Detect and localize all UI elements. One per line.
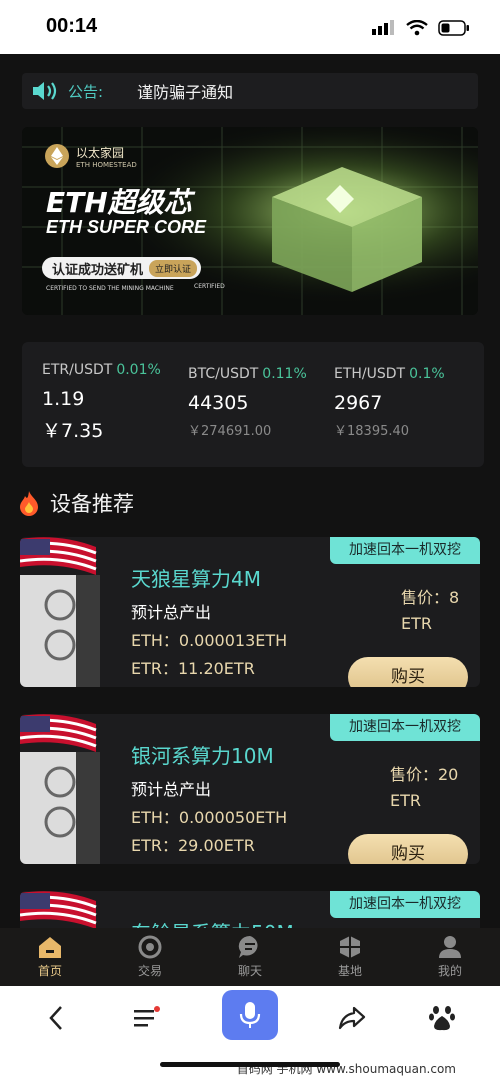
- ticker-change: 0.01%: [116, 362, 161, 378]
- product-card[interactable]: 加速回本一机双挖 东鲶星系算力50M: [20, 891, 480, 928]
- profile-icon: [439, 936, 461, 958]
- browser-toolbar: 首码网 手机网 www.shoumaquan.com: [0, 986, 500, 1082]
- home-indicator: [160, 1062, 340, 1067]
- bottom-tab-bar: 首页 交易 聊天 基地 我的: [0, 928, 500, 986]
- trade-icon: [138, 935, 162, 959]
- product-total-label: 预计总产出: [131, 603, 212, 622]
- chevron-left-icon: [49, 1006, 62, 1030]
- ticker-price: 44305: [188, 392, 249, 414]
- notice-text[interactable]: 谨防骗子通知: [137, 79, 233, 103]
- tab-profile[interactable]: 我的: [400, 928, 500, 986]
- product-price-label: 售价：8: [401, 588, 460, 607]
- tab-label: 首页: [37, 964, 62, 978]
- chat-icon: [238, 935, 258, 958]
- status-bar: 00:14: [0, 0, 500, 54]
- banner-promo-pill: 认证成功送矿机 立即认证: [42, 257, 202, 279]
- ticker-cny: ￥18395.40: [334, 424, 410, 439]
- ticker-change: 0.1%: [409, 366, 445, 382]
- section-title-text: 设备推荐: [50, 492, 134, 516]
- product-etr-output: ETR：11.20ETR: [131, 659, 255, 678]
- battery-icon: [438, 20, 469, 36]
- signal-icon: [372, 20, 394, 35]
- miner-thumbnail: [20, 537, 116, 687]
- miner-thumbnail: [20, 714, 116, 864]
- product-card[interactable]: 加速回本一机双挖 银河系算力10M 预计总产出 ETH：0.000050ETH …: [20, 714, 480, 864]
- product-price: 售价：8 ETR: [401, 585, 459, 637]
- banner-cta[interactable]: 立即认证: [149, 259, 198, 277]
- home-icon: [39, 937, 61, 958]
- ticker-cny: ￥274691.00: [188, 424, 272, 439]
- tab-trade[interactable]: 交易: [100, 928, 200, 986]
- tab-label: 交易: [137, 964, 162, 978]
- eth-logo-icon: [45, 144, 69, 168]
- product-name: 银河系算力10M: [131, 744, 274, 768]
- status-icons: [372, 18, 470, 38]
- banner-logo-cn: 以太家园: [76, 145, 125, 160]
- fire-icon: [20, 491, 38, 516]
- status-time: 00:14: [46, 15, 98, 37]
- menu-button[interactable]: [128, 1000, 164, 1036]
- tab-label: 聊天: [237, 964, 262, 978]
- product-eth-output: ETH：0.000050ETH: [131, 808, 288, 827]
- product-etr-output: ETR：29.00ETR: [131, 836, 255, 855]
- section-title: 设备推荐: [18, 488, 134, 518]
- product-price-unit: ETR: [390, 791, 421, 810]
- app-content: 公告: 谨防骗子通知 以太家园 ETH HOMESTEAD ETH超级芯 ETH…: [0, 54, 500, 928]
- miner-thumbnail: [20, 891, 116, 928]
- ticker-pair: BTC/USDT: [188, 366, 259, 382]
- notice-label: 公告:: [68, 82, 104, 101]
- banner-logo: 以太家园 ETH HOMESTEAD: [44, 143, 137, 169]
- back-button[interactable]: [38, 1000, 74, 1036]
- banner-promo: 认证成功送矿机: [52, 262, 144, 278]
- voice-button[interactable]: [222, 990, 278, 1040]
- buy-button[interactable]: 购买: [348, 657, 468, 687]
- ticker-btc[interactable]: BTC/USDT 0.11% 44305 ￥274691.00: [188, 366, 307, 439]
- base-icon: [340, 936, 360, 958]
- product-tag: 加速回本一机双挖: [330, 537, 480, 564]
- product-name: 东鲶星系算力50M: [131, 917, 294, 928]
- tab-base[interactable]: 基地: [300, 928, 400, 986]
- tab-label: 基地: [337, 964, 362, 978]
- banner-subheadline: ETH SUPER CORE: [46, 217, 207, 237]
- banner-stamp: CERTIFIED: [194, 283, 225, 290]
- product-tag: 加速回本一机双挖: [330, 714, 480, 741]
- ticker-eth[interactable]: ETH/USDT 0.1% 2967 ￥18395.40: [334, 366, 445, 439]
- speaker-icon: [33, 82, 57, 100]
- ticker-change: 0.11%: [262, 366, 307, 382]
- buy-button[interactable]: 购买: [348, 834, 468, 864]
- share-button[interactable]: [334, 1000, 370, 1036]
- product-card[interactable]: 加速回本一机双挖 天狼星算力4M 预计总产出 ETH：0.000013ETH E…: [20, 537, 480, 687]
- product-price-unit: ETR: [401, 614, 432, 633]
- tab-home[interactable]: 首页: [0, 928, 100, 986]
- promo-banner[interactable]: 以太家园 ETH HOMESTEAD ETH超级芯 ETH SUPER CORE…: [22, 127, 478, 315]
- ticker-etr[interactable]: ETR/USDT 0.01% 1.19 ￥7.35: [42, 362, 161, 443]
- notice-bar[interactable]: 公告: 谨防骗子通知: [22, 73, 478, 109]
- banner-caption: CERTIFIED TO SEND THE MINING MACHINE: [46, 285, 174, 292]
- tab-chat[interactable]: 聊天: [200, 928, 300, 986]
- banner-headline: ETH超级芯: [46, 186, 192, 219]
- share-icon: [338, 1006, 366, 1030]
- product-eth-output: ETH：0.000013ETH: [131, 631, 288, 650]
- product-tag: 加速回本一机双挖: [330, 891, 480, 918]
- banner-logo-en: ETH HOMESTEAD: [76, 160, 137, 169]
- ticker-price: 2967: [334, 392, 383, 414]
- microphone-icon: [239, 1002, 261, 1028]
- ticker-price: 1.19: [42, 388, 85, 410]
- baidu-button[interactable]: [424, 1000, 460, 1036]
- product-total-label: 预计总产出: [131, 780, 212, 799]
- market-panel: ETR/USDT 0.01% 1.19 ￥7.35 BTC/USDT 0.11% 4…: [22, 342, 484, 467]
- baidu-paw-icon: [429, 1006, 455, 1031]
- product-name: 天狼星算力4M: [131, 567, 261, 591]
- ticker-pair: ETH/USDT: [334, 366, 406, 382]
- product-price-label: 售价：20: [390, 765, 459, 784]
- wifi-icon: [406, 20, 428, 36]
- tab-label: 我的: [437, 964, 462, 978]
- product-price: 售价：20 ETR: [390, 762, 458, 814]
- ticker-pair: ETR/USDT: [42, 362, 113, 378]
- menu-icon: [134, 1006, 160, 1027]
- ticker-cny: ￥7.35: [42, 420, 104, 442]
